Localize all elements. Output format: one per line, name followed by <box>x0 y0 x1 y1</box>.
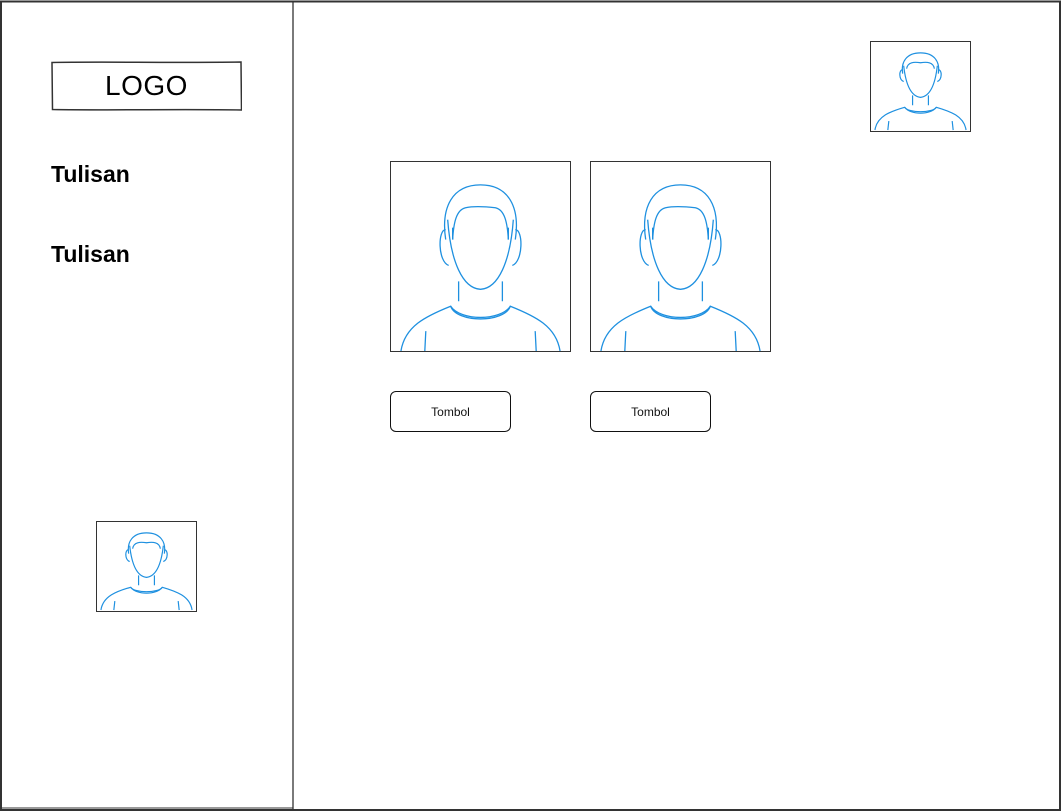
logo-text: LOGO <box>105 70 188 101</box>
app-frame: LOGO Tulisan Tulisan Tombol Tombol <box>0 0 1061 812</box>
user-avatar-icon <box>400 184 561 351</box>
user-avatar-icon <box>874 52 967 131</box>
logo[interactable]: LOGO <box>51 61 242 111</box>
sidebar-item-tulisan-2[interactable]: Tulisan <box>51 241 130 268</box>
sidebar-item-tulisan-1[interactable]: Tulisan <box>51 161 130 188</box>
user-avatar-icon <box>600 184 761 351</box>
sidebar-avatar <box>96 521 197 612</box>
user-avatar-icon <box>100 532 193 611</box>
card-2-button[interactable]: Tombol <box>590 391 711 432</box>
header-user-avatar[interactable] <box>870 41 971 132</box>
card-image-2 <box>590 161 771 352</box>
card-1-button[interactable]: Tombol <box>390 391 511 432</box>
card-image-1 <box>390 161 571 352</box>
sidebar: LOGO Tulisan Tulisan <box>0 0 293 808</box>
